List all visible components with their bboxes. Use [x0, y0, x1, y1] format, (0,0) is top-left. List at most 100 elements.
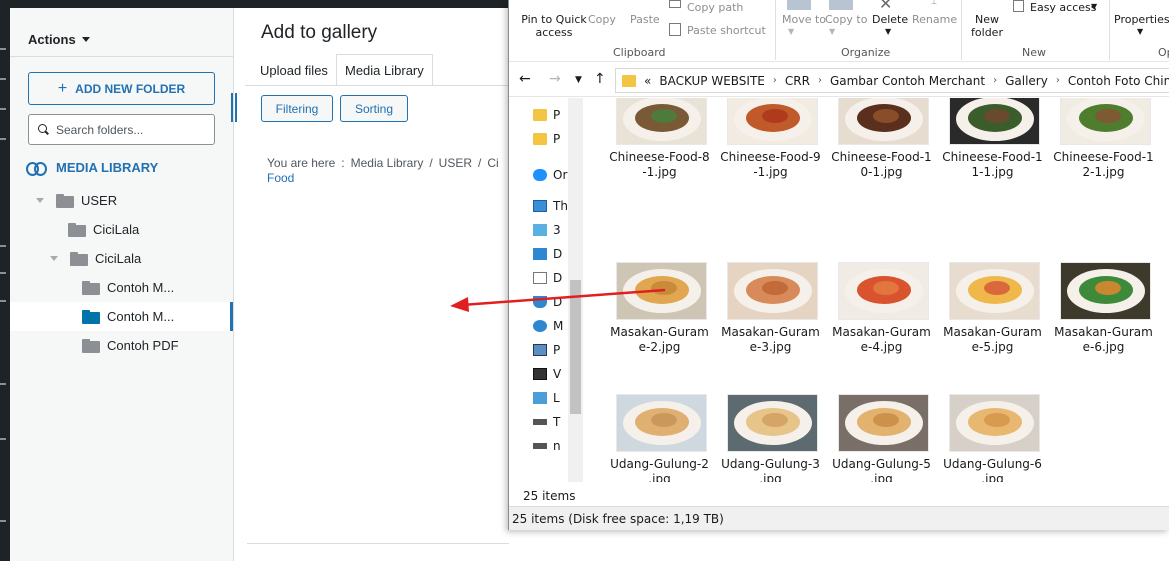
file-name: M — [1159, 325, 1169, 340]
copy-button[interactable]: Copy — [588, 13, 616, 26]
properties-button[interactable]: Properties — [1114, 13, 1169, 26]
file-explorer-window: Pin to Quick access Copy Paste Copy path… — [508, 0, 1169, 530]
delete-button[interactable]: Delete — [872, 13, 908, 26]
admin-menu-icon[interactable] — [0, 138, 6, 140]
new-folder-button[interactable]: New folder — [969, 13, 1005, 39]
tree-caret-icon[interactable] — [36, 198, 44, 203]
search-folders-box[interactable] — [28, 114, 215, 145]
nav-item[interactable]: n — [533, 439, 561, 453]
image-thumbnail — [838, 98, 929, 145]
file-name-line: e-3.jpg — [749, 340, 792, 354]
chevron-right-icon[interactable]: › — [1056, 75, 1060, 86]
nav-item[interactable]: P — [533, 132, 560, 146]
disk-icon — [533, 392, 547, 404]
recent-locations-chevron-icon[interactable]: ▼ — [575, 75, 582, 85]
file-item[interactable]: Udang-Gulung-3 .jpg — [715, 362, 826, 482]
nav-item[interactable]: V — [533, 367, 561, 381]
file-item[interactable]: Chineese-Food-1 0-1.jpg — [826, 98, 937, 215]
tree-caret-icon[interactable] — [50, 256, 58, 261]
chevron-down-icon: ▼ — [1137, 27, 1144, 36]
copy-to-button[interactable]: Copy to — [825, 13, 867, 26]
tree-item-contoh-m-1[interactable]: Contoh M... — [10, 273, 233, 302]
nav-item[interactable]: Th — [533, 199, 568, 213]
address-part[interactable]: Contoh Foto Chinese Foo — [1068, 74, 1169, 88]
thumbnail-food-detail — [651, 109, 677, 123]
thumbnail-food-detail — [762, 281, 788, 295]
file-item[interactable]: Masakan-Guram e-3.jpg — [715, 230, 826, 355]
nav-item[interactable]: L — [533, 391, 560, 405]
tree-item-cicilala-expanded[interactable]: CiciLala — [10, 244, 233, 273]
tree-item-contoh-m-2-selected[interactable]: Contoh M... — [10, 302, 233, 331]
file-item[interactable]: Chineese-Food-8 -1.jpg — [604, 98, 715, 215]
file-item[interactable]: C — [1159, 98, 1169, 215]
address-bar[interactable]: « BACKUP WEBSITE › CRR › Gambar Contoh M… — [615, 68, 1169, 93]
filtering-button[interactable]: Filtering — [261, 95, 333, 122]
ribbon-separator — [775, 0, 776, 60]
file-item[interactable]: Chineese-Food-1 1-1.jpg — [937, 98, 1048, 215]
sidebar-resize-handle[interactable] — [231, 93, 237, 122]
nav-item[interactable]: 3 — [533, 223, 561, 237]
easy-access-button[interactable]: Easy access — [1030, 1, 1097, 14]
image-thumbnail — [949, 394, 1040, 452]
file-name: Masakan-Guram e-3.jpg — [715, 325, 826, 355]
up-arrow-icon[interactable]: ↑ — [594, 71, 606, 87]
copy-path-button[interactable]: Copy path — [687, 1, 743, 14]
search-folders-input[interactable] — [56, 122, 206, 137]
tree-item-label: Contoh M... — [107, 309, 175, 324]
nav-item[interactable]: P — [533, 343, 560, 357]
file-item[interactable]: Masakan-Guram e-4.jpg — [826, 230, 937, 355]
nav-item-label: D — [553, 247, 563, 261]
admin-menu-icon[interactable] — [0, 383, 6, 385]
admin-menu-icon[interactable] — [0, 108, 6, 110]
paste-shortcut-button[interactable]: Paste shortcut — [687, 24, 766, 37]
chevron-right-icon[interactable]: › — [773, 75, 777, 86]
nav-item[interactable]: M — [533, 319, 563, 333]
admin-menu-icon[interactable] — [0, 520, 6, 522]
admin-menu-icon[interactable] — [0, 245, 6, 247]
paste-button[interactable]: Paste — [630, 13, 660, 26]
address-part[interactable]: Gallery — [1005, 74, 1048, 88]
address-part[interactable]: Gambar Contoh Merchant — [830, 74, 985, 88]
tree-item-contoh-pdf[interactable]: Contoh PDF — [10, 331, 233, 360]
breadcrumb-item[interactable]: Ci — [487, 156, 498, 170]
address-part[interactable]: BACKUP WEBSITE — [659, 74, 765, 88]
file-item[interactable]: Udang-Gulung-6 .jpg — [937, 362, 1048, 482]
tab-upload-files[interactable]: Upload files — [252, 54, 336, 86]
tab-media-library[interactable]: Media Library — [336, 54, 433, 86]
file-item[interactable]: Udang-Gulung-5 .jpg — [826, 362, 937, 482]
add-new-folder-button[interactable]: + ADD NEW FOLDER — [28, 72, 215, 105]
admin-menu-icon[interactable] — [0, 48, 6, 50]
back-arrow-icon[interactable]: ← — [519, 71, 531, 87]
pin-to-quick-access-button[interactable]: Pin to Quick access — [515, 13, 593, 39]
admin-menu-icon[interactable] — [0, 438, 6, 440]
nav-item[interactable]: Or — [533, 168, 567, 182]
breadcrumb-item[interactable]: USER — [439, 156, 472, 170]
nav-item[interactable]: D — [533, 247, 562, 261]
sorting-button[interactable]: Sorting — [340, 95, 408, 122]
nav-item[interactable]: P — [533, 108, 560, 122]
admin-menu-icon[interactable] — [0, 78, 6, 80]
file-item[interactable]: Masakan-Guram e-6.jpg — [1048, 230, 1159, 355]
chevron-down-icon: ▼ — [788, 27, 795, 36]
actions-dropdown[interactable]: Actions — [28, 32, 90, 47]
file-item[interactable]: Chineese-Food-9 -1.jpg — [715, 98, 826, 215]
rename-button[interactable]: Rename — [912, 13, 957, 26]
file-item[interactable]: Masakan-Guram e-5.jpg — [937, 230, 1048, 355]
file-name-line: -1.jpg — [642, 165, 677, 179]
tree-item-cicilala[interactable]: CiciLala — [10, 215, 233, 244]
breadcrumb-item[interactable]: Media Library — [351, 156, 424, 170]
file-item[interactable]: Udang-Gulung-2 .jpg — [604, 362, 715, 482]
chevron-right-icon[interactable]: › — [993, 75, 997, 86]
nav-item[interactable]: T — [533, 415, 560, 429]
tree-item-user[interactable]: USER — [10, 186, 233, 215]
move-to-button[interactable]: Move to — [782, 13, 826, 26]
address-part[interactable]: CRR — [785, 74, 810, 88]
admin-menu-icon[interactable] — [0, 300, 6, 302]
forward-arrow-icon[interactable]: → — [549, 71, 561, 87]
media-library-root[interactable]: MEDIA LIBRARY — [26, 160, 158, 176]
file-item[interactable]: M — [1159, 230, 1169, 355]
file-item[interactable]: Chineese-Food-1 2-1.jpg — [1048, 98, 1159, 215]
address-overflow[interactable]: « — [644, 74, 651, 88]
admin-menu-icon[interactable] — [0, 272, 6, 274]
chevron-right-icon[interactable]: › — [818, 75, 822, 86]
